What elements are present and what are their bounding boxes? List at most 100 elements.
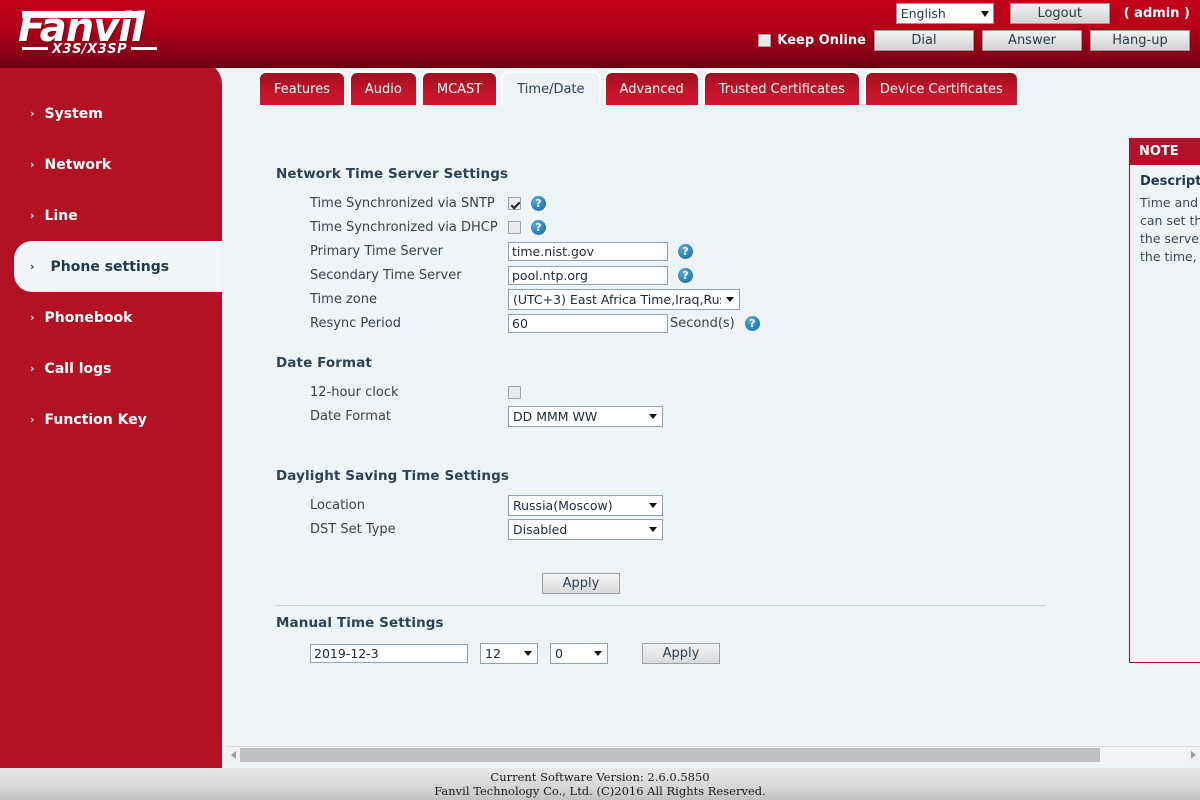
dial-button[interactable]: Dial	[874, 30, 974, 51]
time-zone-select[interactable]: (UTC+3) East Africa Time,Iraq,Russia(Mos…	[508, 288, 740, 310]
resync-period-unit: Second(s)	[670, 315, 735, 331]
device-model: X3S/X3SP	[18, 42, 161, 57]
label-time-zone: Time zone	[310, 291, 377, 307]
help-icon[interactable]: ?	[678, 243, 693, 259]
section-divider	[276, 605, 1046, 606]
manual-time-apply-button[interactable]: Apply	[642, 642, 720, 664]
row-dst-location: Location Russia(Moscow)	[276, 493, 1076, 517]
help-icon[interactable]: ?	[744, 315, 760, 331]
12-hour-clock-checkbox[interactable]	[508, 385, 521, 399]
tab-features[interactable]: Features	[258, 71, 346, 105]
row-timezone: Time zone (UTC+3) East Africa Time,Iraq,…	[276, 287, 1076, 311]
content-panel: Network Time Server Settings Time Synchr…	[222, 104, 1200, 742]
horizontal-scrollbar[interactable]	[226, 746, 1200, 763]
header-controls: English Logout ( admin ) Keep Online Dia…	[758, 2, 1190, 52]
model-dash-right	[131, 47, 158, 50]
keep-online-checkbox[interactable]	[758, 34, 772, 47]
page-footer: Current Software Version: 2.6.0.5850 Fan…	[0, 768, 1200, 800]
row-12-hour-clock: 12-hour clock	[276, 380, 1076, 404]
sidebar-item-network[interactable]: › Network	[0, 139, 222, 190]
row-primary-server: Primary Time Server ?	[276, 239, 1076, 263]
tab-time-date[interactable]: Time/Date	[501, 71, 601, 105]
software-version-text: Current Software Version: 2.6.0.5850	[490, 770, 710, 784]
sidebar-item-label: Phone settings	[50, 258, 170, 275]
sidebar-item-phonebook[interactable]: › Phonebook	[0, 292, 222, 343]
scrollbar-track[interactable]	[240, 746, 1186, 763]
help-icon[interactable]: ?	[678, 267, 693, 283]
note-title: Description:	[1140, 174, 1200, 189]
row-manual-time: 12 0 Apply	[276, 640, 1076, 666]
row-dhcp: Time Synchronized via DHCP ?	[276, 215, 1076, 239]
manual-minute-select[interactable]: 0	[550, 642, 608, 664]
label-resync-period: Resync Period	[310, 315, 401, 331]
tab-device-certificates[interactable]: Device Certificates	[863, 71, 1019, 105]
note-description: Time and date you can set through the se…	[1140, 195, 1200, 264]
label-sntp: Time Synchronized via SNTP	[310, 195, 495, 211]
current-user-label: ( admin )	[1123, 6, 1190, 21]
manual-date-input[interactable]	[310, 643, 468, 663]
tab-advanced[interactable]: Advanced	[603, 71, 700, 105]
header-row-top: English Logout ( admin )	[758, 2, 1190, 25]
app-header: Fanvil X3S/X3SP English Logout ( admin )…	[0, 0, 1200, 68]
sidebar-item-function-key[interactable]: › Function Key	[0, 394, 222, 445]
scrollbar-thumb[interactable]	[240, 747, 1100, 762]
help-icon[interactable]: ?	[531, 219, 546, 235]
manual-hour-select[interactable]: 12	[480, 642, 538, 664]
dhcp-checkbox[interactable]	[508, 220, 521, 234]
sidebar-item-label: Network	[44, 156, 112, 173]
sidebar-item-call-logs[interactable]: › Call logs	[0, 343, 222, 394]
date-format-select-wrapper: DD MMM WW	[508, 405, 663, 427]
chevron-right-icon: ›	[30, 209, 35, 222]
tab-bar: Features Audio MCAST Time/Date Advanced …	[258, 69, 1022, 105]
section-title-dst: Daylight Saving Time Settings	[276, 468, 509, 484]
answer-button[interactable]: Answer	[982, 30, 1082, 51]
label-secondary-time-server: Secondary Time Server	[310, 267, 462, 283]
dst-set-type-select[interactable]: Disabled	[508, 518, 663, 540]
primary-time-server-input[interactable]	[508, 241, 668, 261]
language-select[interactable]: English	[895, 3, 994, 24]
header-row-bottom: Keep Online Dial Answer Hang-up	[758, 29, 1190, 52]
label-date-format: Date Format	[310, 408, 392, 424]
sidebar-item-line[interactable]: › Line	[0, 190, 222, 241]
sntp-checkbox[interactable]	[508, 196, 521, 210]
row-date-format: Date Format DD MMM WW	[276, 404, 1076, 428]
sidebar-nav: › System › Network › Line › Phone settin…	[0, 62, 222, 768]
scroll-right-arrow-icon[interactable]	[1186, 746, 1200, 763]
label-primary-time-server: Primary Time Server	[310, 243, 443, 259]
tab-trusted-certificates[interactable]: Trusted Certificates	[702, 71, 861, 105]
note-header: NOTE	[1129, 138, 1200, 165]
manual-hour-select-wrapper: 12	[480, 642, 538, 664]
chevron-right-icon: ›	[30, 260, 35, 273]
section-title-network-time-server: Network Time Server Settings	[276, 166, 509, 182]
sidebar-item-phone-settings[interactable]: › Phone settings	[14, 241, 222, 292]
label-12-hour-clock: 12-hour clock	[310, 384, 399, 400]
chevron-right-icon: ›	[30, 362, 35, 375]
apply-settings-button[interactable]: Apply	[542, 573, 620, 594]
hangup-button[interactable]: Hang-up	[1090, 30, 1190, 51]
dst-set-type-select-wrapper: Disabled	[508, 518, 663, 540]
resync-period-input[interactable]	[508, 313, 668, 333]
row-dst-set-type: DST Set Type Disabled	[276, 517, 1076, 541]
manual-minute-select-wrapper: 0	[550, 642, 608, 664]
row-secondary-server: Secondary Time Server ?	[276, 263, 1076, 287]
secondary-time-server-input[interactable]	[508, 265, 668, 285]
logo-bar-decoration	[22, 11, 142, 18]
keep-online-label: Keep Online	[777, 33, 866, 48]
row-sntp: Time Synchronized via SNTP ?	[276, 191, 1076, 215]
sidebar-item-system[interactable]: › System	[0, 88, 222, 139]
tab-audio[interactable]: Audio	[348, 71, 418, 105]
sidebar-item-label: Call logs	[44, 360, 112, 377]
chevron-right-icon: ›	[30, 311, 35, 324]
section-title-manual-time: Manual Time Settings	[276, 615, 444, 631]
time-date-form: Network Time Server Settings Time Synchr…	[276, 166, 1076, 666]
label-dst-location: Location	[310, 497, 365, 513]
section-title-date-format: Date Format	[276, 355, 372, 371]
date-format-select[interactable]: DD MMM WW	[508, 405, 663, 427]
help-icon[interactable]: ?	[531, 195, 546, 211]
dst-location-select[interactable]: Russia(Moscow)	[508, 494, 663, 516]
row-resync-period: Resync Period Second(s) ?	[276, 311, 1076, 335]
tab-mcast[interactable]: MCAST	[420, 71, 499, 105]
model-dash-left	[22, 47, 48, 50]
scroll-left-arrow-icon[interactable]	[226, 746, 240, 763]
logout-button[interactable]: Logout	[1009, 3, 1110, 24]
